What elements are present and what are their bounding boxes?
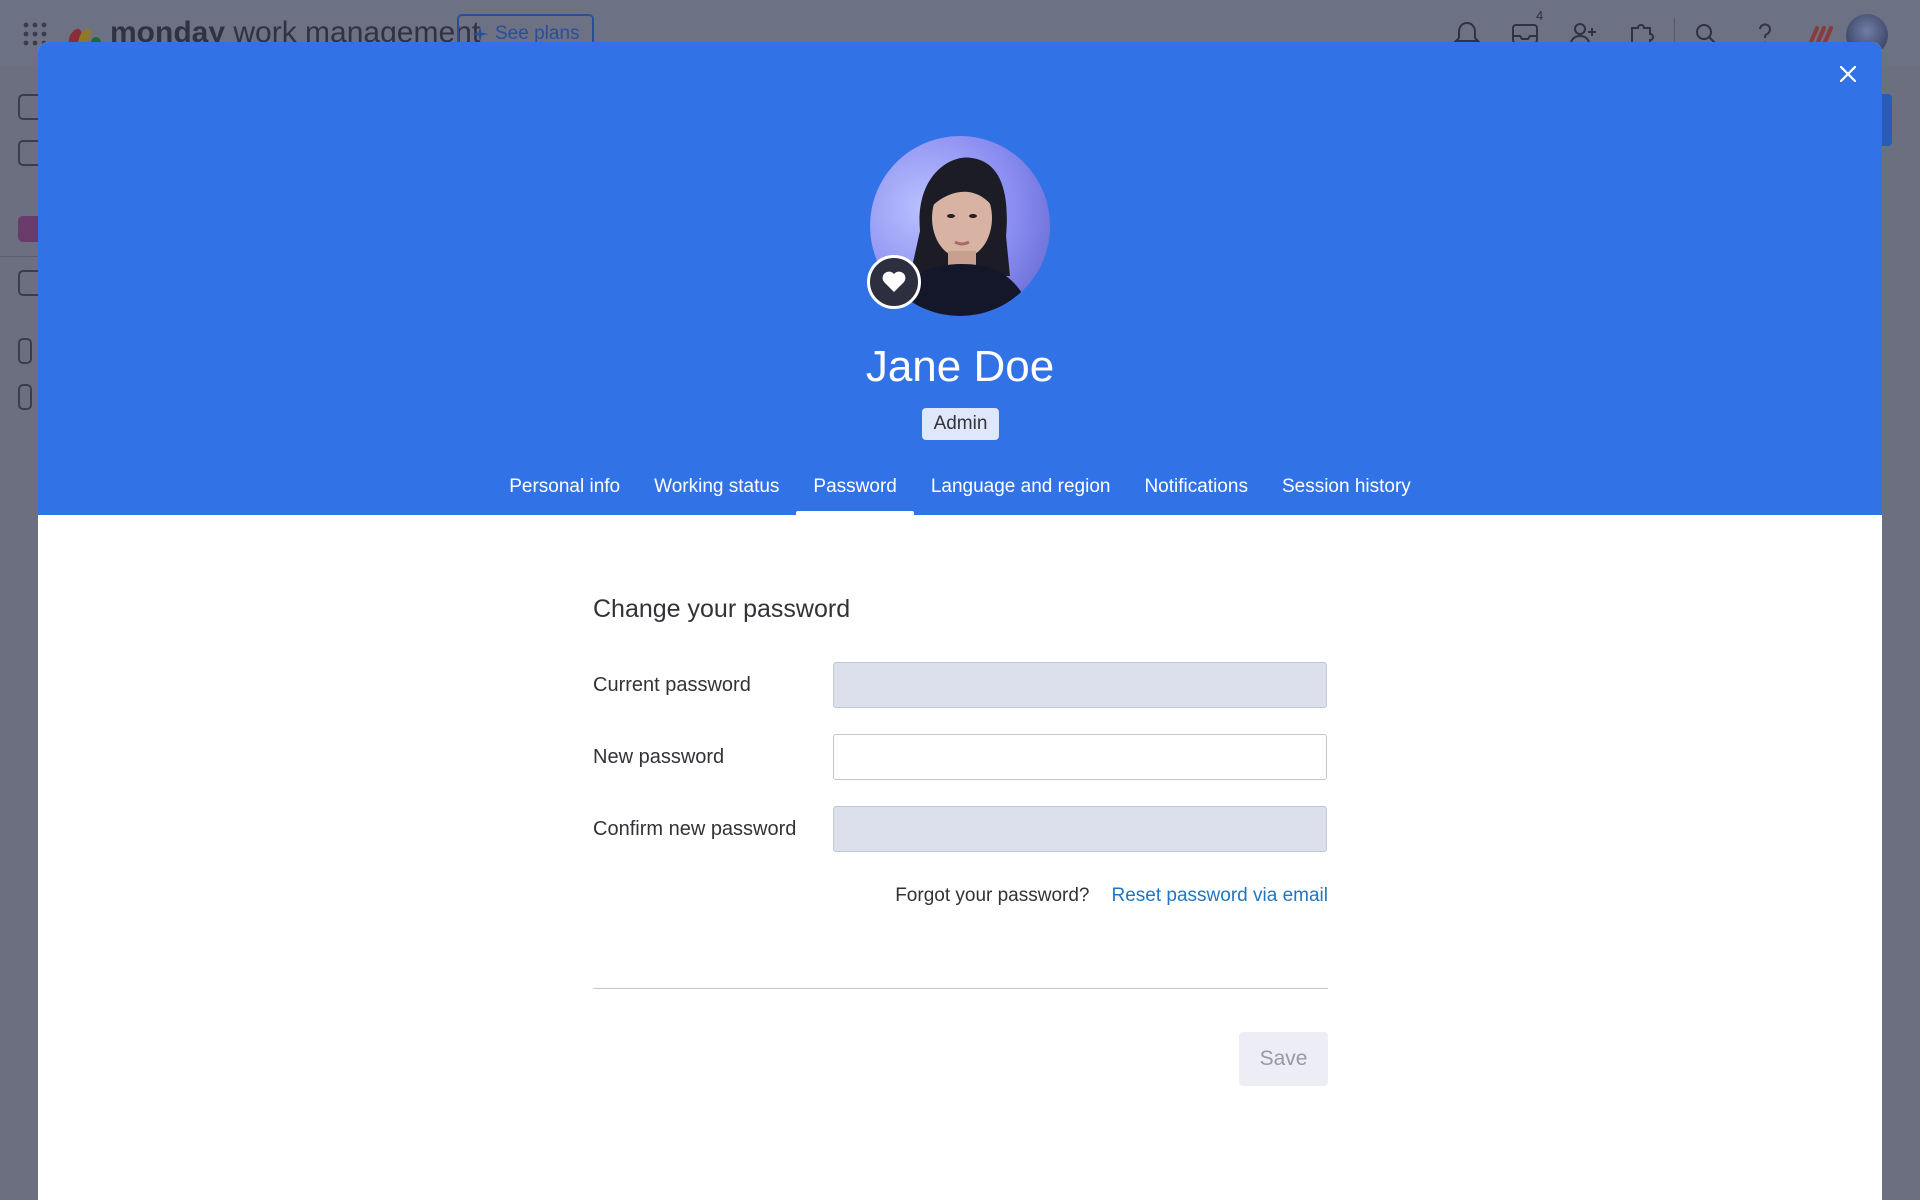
tab-password[interactable]: Password [796,466,915,515]
confirm-password-row: Confirm new password [593,806,1328,852]
sparkle-icon [472,26,488,42]
profile-modal: Jane Doe Admin Personal info Working sta… [38,42,1882,1200]
board-icon[interactable] [18,384,32,410]
change-password-form: Change your password Current password Ne… [593,595,1328,1086]
heart-status-button[interactable] [867,255,921,309]
tab-language-region[interactable]: Language and region [914,466,1128,515]
tab-notifications[interactable]: Notifications [1127,466,1265,515]
tab-personal-info[interactable]: Personal info [492,466,637,515]
new-password-label: New password [593,745,725,768]
tab-working-status[interactable]: Working status [637,466,796,515]
new-password-input[interactable] [833,734,1327,780]
profile-tabs: Personal info Working status Password La… [38,466,1882,515]
new-password-row: New password [593,734,1328,780]
user-name: Jane Doe [865,342,1055,391]
role-badge: Admin [922,408,999,440]
save-button[interactable]: Save [1239,1032,1328,1086]
confirm-password-input[interactable] [833,806,1327,852]
current-password-input[interactable] [833,662,1327,708]
current-password-row: Current password [593,662,1328,708]
profile-header: Jane Doe Admin Personal info Working sta… [38,42,1882,515]
reset-password-link[interactable]: Reset password via email [1112,885,1328,907]
form-divider [593,988,1328,989]
board-icon[interactable] [18,338,32,364]
tab-session-history[interactable]: Session history [1265,466,1428,515]
confirm-password-label: Confirm new password [593,817,797,840]
current-password-label: Current password [593,673,751,696]
close-icon[interactable] [1832,58,1864,90]
heart-icon [882,271,906,292]
forgot-password-row: Forgot your password? Reset password via… [593,885,1328,907]
form-title: Change your password [593,595,851,623]
forgot-password-text: Forgot your password? [895,885,1090,906]
inbox-badge: 4 [1536,8,1544,23]
